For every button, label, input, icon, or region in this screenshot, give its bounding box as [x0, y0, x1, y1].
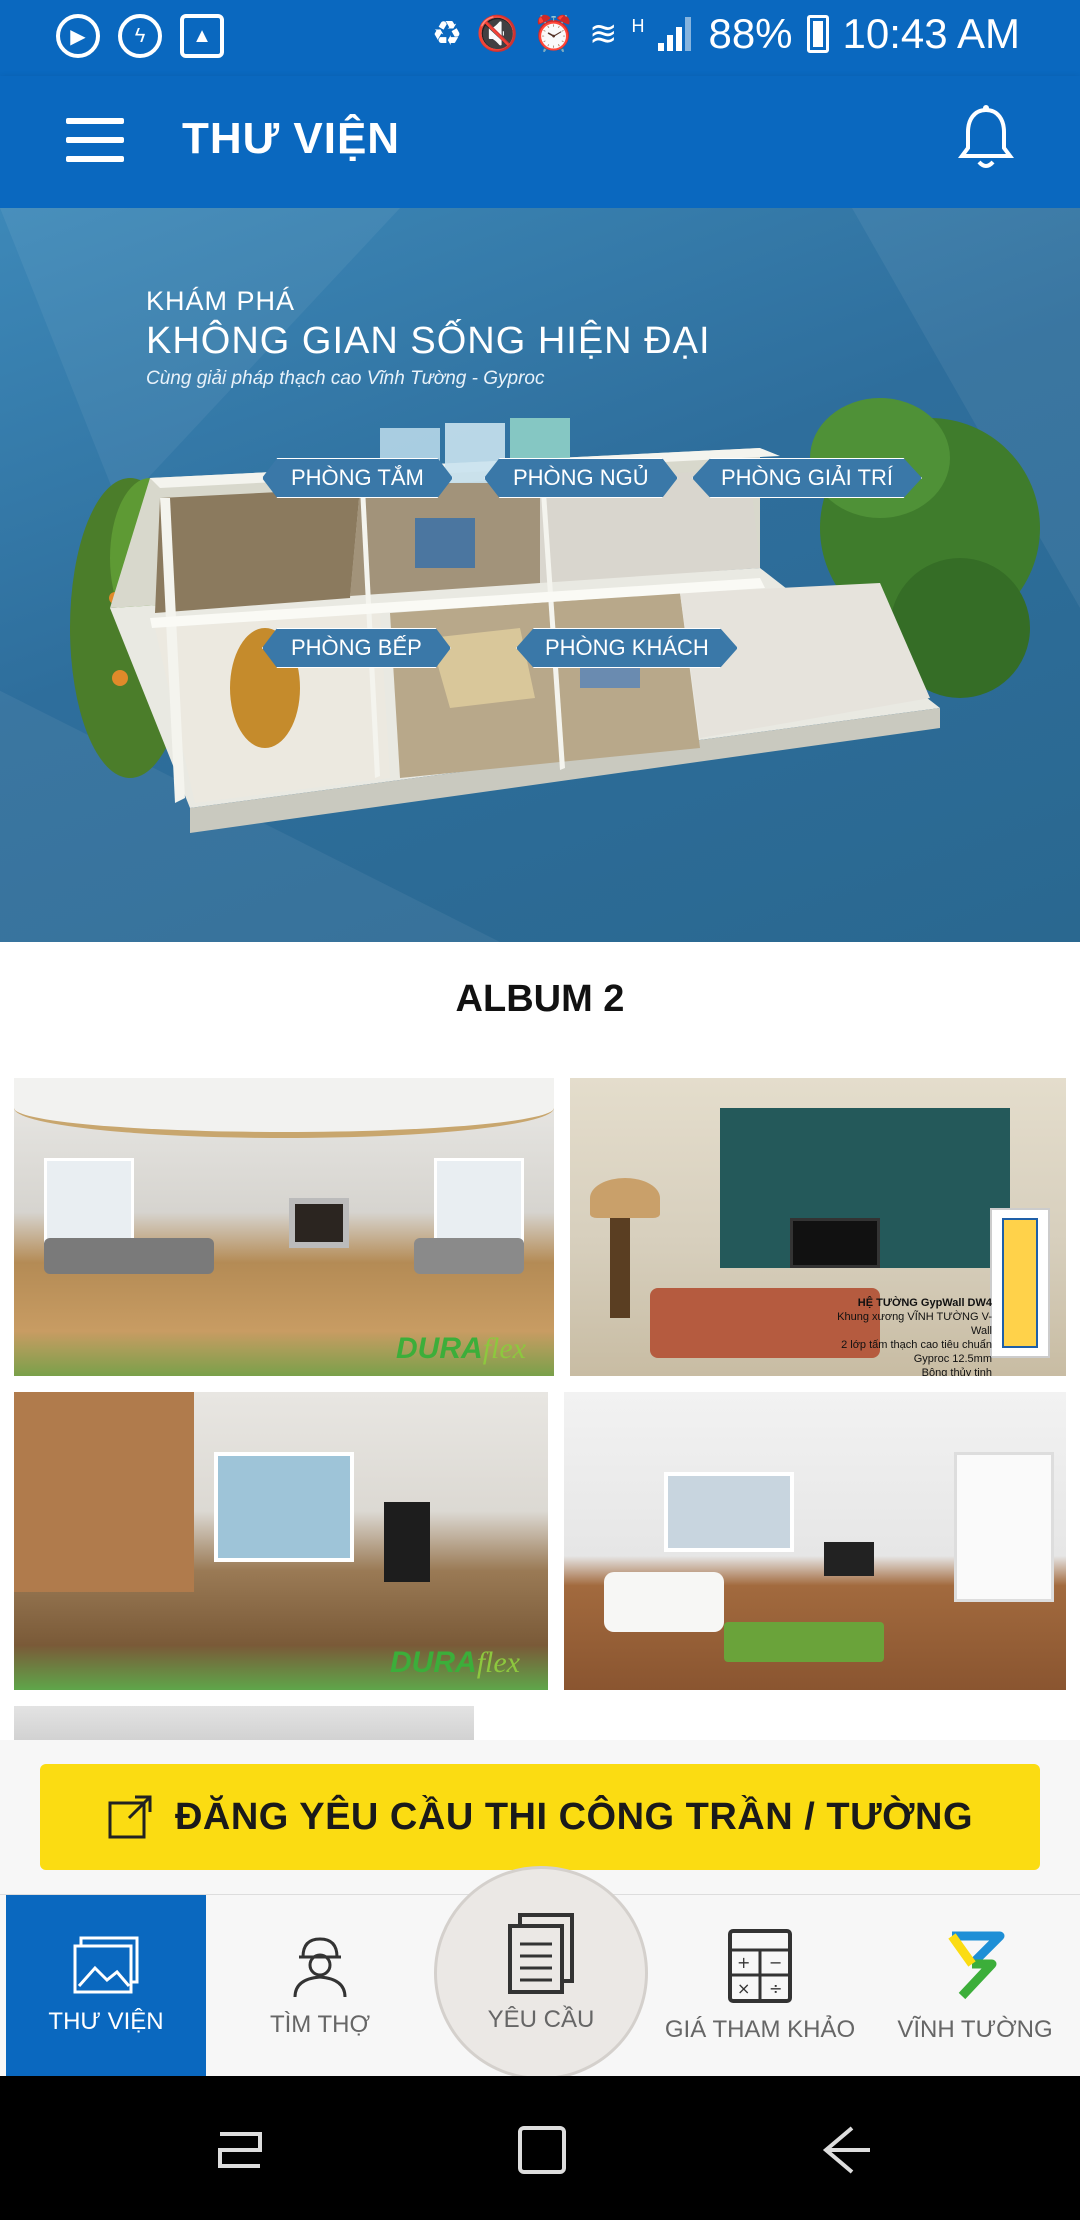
video-call-icon: ▶ — [56, 14, 100, 58]
svg-text:×: × — [737, 1979, 750, 1998]
worker-icon — [293, 1937, 347, 1998]
svg-text:−: − — [769, 1953, 782, 1972]
duraflex-logo: DURAflex — [396, 1332, 526, 1365]
wall-section-diagram — [990, 1208, 1050, 1358]
hero-banner[interactable]: KHÁM PHÁ KHÔNG GIAN SỐNG HIỆN ĐẠI Cùng g… — [0, 208, 1080, 942]
tab-brand[interactable]: VĨNH TƯỜNG — [880, 1895, 1070, 2077]
menu-icon[interactable] — [66, 118, 124, 162]
calculator-icon: + − × ÷ — [728, 1929, 792, 2003]
green-rug — [724, 1622, 884, 1662]
room-tag-bed[interactable]: PHÒNG NGỦ — [484, 458, 678, 498]
svg-text:÷: ÷ — [769, 1979, 782, 1998]
wall-system-caption: HỆ TƯỜNG GypWall DW4 Khung xương VĨNH TƯ… — [837, 1297, 992, 1376]
battery-saver-icon: ♻ — [431, 15, 463, 53]
window — [214, 1452, 354, 1562]
cta-label: ĐĂNG YÊU CẦU THI CÔNG TRẦN / TƯỜNG — [174, 1795, 974, 1838]
armchair — [604, 1572, 724, 1632]
album-photo-2[interactable]: HỆ TƯỜNG GypWall DW4 Khung xương VĨNH TƯ… — [570, 1078, 1066, 1376]
lamp-shade — [590, 1178, 660, 1218]
duraflex-logo: DURAflex — [390, 1646, 520, 1679]
svg-text:+: + — [737, 1953, 750, 1972]
room-tag-kitchen[interactable]: PHÒNG BẾP — [262, 628, 451, 668]
album-photo-4[interactable] — [564, 1392, 1066, 1690]
room-tag-living[interactable]: PHÒNG KHÁCH — [516, 628, 738, 668]
messenger-icon: ϟ — [118, 14, 162, 58]
system-status: ♻ 🔇 ⏰ ≋ H 88% 10:43 AM — [432, 10, 1020, 58]
battery-percent: 88% — [708, 10, 793, 57]
wood-stove — [384, 1502, 430, 1582]
tab-brand-label: VĨNH TƯỜNG — [897, 2016, 1053, 2043]
external-link-icon — [108, 1795, 152, 1839]
tab-price-label: GIÁ THAM KHẢO — [664, 2016, 856, 2043]
tv — [824, 1542, 874, 1576]
album-photo-3[interactable]: DURAflex — [14, 1392, 548, 1690]
album-photo-1[interactable]: DURAflex — [14, 1078, 554, 1376]
recent-apps-icon[interactable] — [210, 2120, 270, 2180]
system-navigation-bar — [0, 2076, 1080, 2220]
gallery-icon — [73, 1936, 139, 1994]
vinh-tuong-logo-icon — [948, 1931, 1005, 2000]
ceiling-shape — [14, 1078, 554, 1138]
wood-stairs — [14, 1392, 194, 1592]
tab-library[interactable]: THƯ VIỆN — [6, 1895, 206, 2077]
network-type: H — [631, 16, 645, 36]
page-title: THƯ VIỆN — [182, 114, 401, 163]
gallery-icon: ▲ — [180, 14, 224, 58]
home-icon[interactable] — [512, 2120, 572, 2180]
clock: 10:43 AM — [842, 10, 1020, 57]
tab-request-label: YÊU CẦU — [487, 2006, 595, 2033]
tv — [790, 1218, 880, 1268]
battery-icon — [806, 15, 829, 53]
album-title: ALBUM 2 — [455, 978, 625, 1020]
request-construction-button[interactable]: ĐĂNG YÊU CẦU THI CÔNG TRẦN / TƯỜNG — [40, 1764, 1040, 1870]
signal-icon — [658, 17, 694, 51]
sofa — [44, 1238, 214, 1274]
tab-library-label: THƯ VIỆN — [48, 2008, 164, 2035]
doorway — [954, 1452, 1054, 1602]
app-bar: THƯ VIỆN — [0, 76, 1080, 208]
sofa — [414, 1238, 524, 1274]
mute-icon: 🔇 — [476, 15, 519, 53]
tab-price-reference[interactable]: + − × ÷ GIÁ THAM KHẢO — [650, 1895, 870, 2077]
room-tag-entertainment[interactable]: PHÒNG GIẢI TRÍ — [692, 458, 922, 498]
floor-lamp — [610, 1208, 630, 1318]
hero-kicker: KHÁM PHÁ — [146, 286, 296, 316]
tab-request[interactable]: YÊU CẦU — [434, 1866, 648, 2080]
alarm-icon: ⏰ — [532, 15, 575, 53]
back-icon[interactable] — [816, 2120, 876, 2180]
fireplace — [289, 1198, 349, 1248]
bell-icon[interactable] — [958, 104, 1014, 174]
wifi-icon: ≋ — [588, 15, 618, 53]
hero-title: KHÔNG GIAN SỐNG HIỆN ĐẠI — [146, 320, 711, 362]
room-tag-bath[interactable]: PHÒNG TẮM — [262, 458, 453, 498]
status-bar: ▶ ϟ ▲ ♻ 🔇 ⏰ ≋ H 88% 10:43 AM — [0, 0, 1080, 76]
document-icon — [508, 1913, 574, 1994]
window — [664, 1472, 794, 1552]
notification-icons: ▶ ϟ ▲ — [56, 14, 224, 58]
tab-find-worker-label: TÌM THỢ — [269, 2011, 371, 2038]
tab-find-worker[interactable]: TÌM THỢ — [220, 1895, 420, 2077]
